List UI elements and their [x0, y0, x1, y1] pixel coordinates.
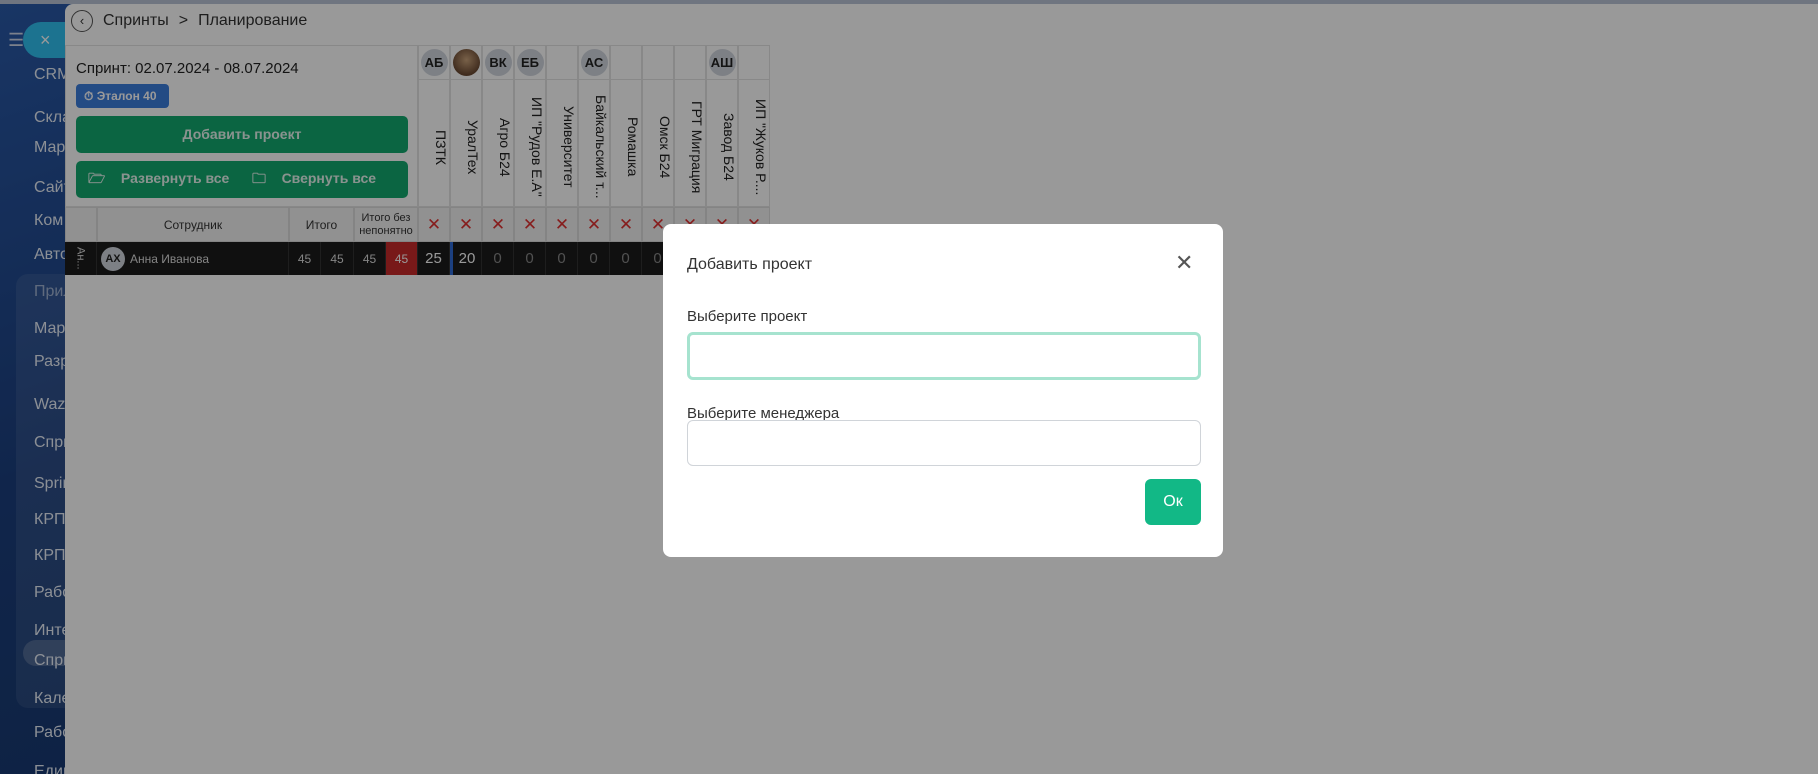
- close-icon[interactable]: ✕: [1175, 250, 1193, 276]
- add-project-dialog: Добавить проект ✕ Выберите проект Выбери…: [663, 224, 1223, 557]
- manager-select[interactable]: [687, 420, 1201, 466]
- project-label: Выберите проект: [687, 308, 808, 325]
- ok-button[interactable]: Ок: [1145, 479, 1201, 525]
- dialog-title: Добавить проект: [687, 256, 813, 273]
- project-select[interactable]: [687, 332, 1201, 380]
